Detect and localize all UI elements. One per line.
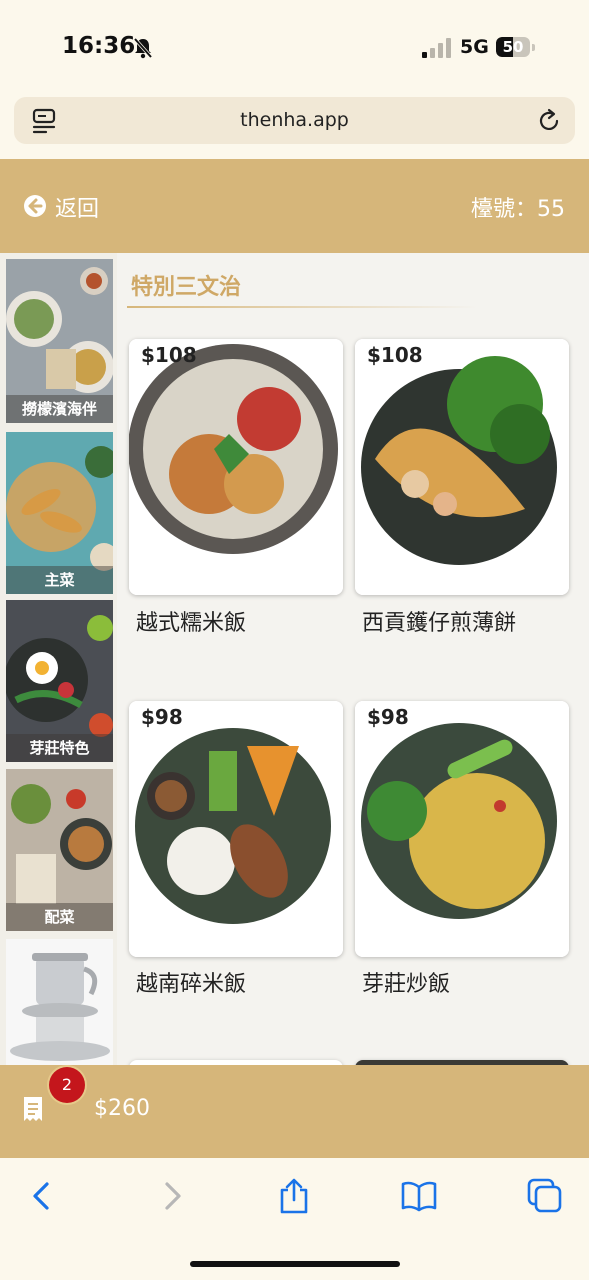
menu-icon[interactable] <box>32 108 56 134</box>
dish-card[interactable]: $108 <box>129 339 343 595</box>
url-text[interactable]: thenha.app <box>14 97 575 144</box>
dish-card[interactable]: $98 <box>129 701 343 957</box>
category-item[interactable] <box>6 939 113 1065</box>
category-sidebar[interactable]: 撈檬濱海伴 主菜 芽莊特色 配菜 <box>0 253 117 1065</box>
section-title: 特別三文治 <box>131 275 242 300</box>
dish-price: $98 <box>141 705 183 729</box>
dish-price: $108 <box>141 343 197 367</box>
dish-price: $98 <box>367 705 409 729</box>
cart-total[interactable]: $260 <box>94 1096 150 1121</box>
cart-bar[interactable] <box>0 1065 589 1158</box>
share-icon[interactable] <box>276 1178 312 1214</box>
dish-image <box>355 701 569 957</box>
tabs-icon[interactable] <box>527 1178 563 1214</box>
menu-content: 特別三文治 $108 越式糯米飯 $108 西貢鑊仔煎薄餅 $98 越南碎米飯 … <box>117 253 589 1065</box>
status-bar: 16:36 5G 50 <box>0 0 589 95</box>
status-time: 16:36 <box>62 33 136 59</box>
category-item[interactable]: 撈檬濱海伴 <box>6 259 113 423</box>
signal-icon <box>422 38 451 58</box>
dish-card[interactable]: $108 <box>355 339 569 595</box>
chevron-right-icon[interactable] <box>153 1178 189 1214</box>
dish-name[interactable]: 芽莊炒飯 <box>362 966 450 998</box>
bookmarks-icon[interactable] <box>401 1178 437 1214</box>
dish-card[interactable]: $98 <box>355 701 569 957</box>
dish-image <box>129 701 343 957</box>
category-image <box>6 939 113 1065</box>
chevron-left-icon[interactable] <box>25 1178 61 1214</box>
network-type: 5G <box>460 36 489 58</box>
address-bar[interactable]: thenha.app <box>14 97 575 144</box>
category-item[interactable]: 主菜 <box>6 432 113 594</box>
muted-bell-icon <box>133 37 153 59</box>
reload-icon[interactable] <box>536 108 562 134</box>
battery-icon: 50 <box>496 37 536 59</box>
dish-price: $108 <box>367 343 423 367</box>
category-item[interactable]: 配菜 <box>6 769 113 931</box>
dish-image <box>355 339 569 595</box>
section-divider <box>127 306 477 308</box>
receipt-icon[interactable] <box>22 1096 44 1122</box>
home-indicator <box>190 1261 400 1267</box>
cart-count-badge: 2 <box>49 1067 85 1103</box>
table-number: 檯號：55 <box>471 197 565 222</box>
dish-image <box>129 339 343 595</box>
back-arrow-icon[interactable] <box>23 194 47 218</box>
dish-name[interactable]: 越式糯米飯 <box>136 605 246 637</box>
back-button[interactable]: 返回 <box>55 191 99 223</box>
dish-name[interactable]: 越南碎米飯 <box>136 966 246 998</box>
category-item[interactable]: 芽莊特色 <box>6 600 113 762</box>
dish-name[interactable]: 西貢鑊仔煎薄餅 <box>362 605 516 637</box>
